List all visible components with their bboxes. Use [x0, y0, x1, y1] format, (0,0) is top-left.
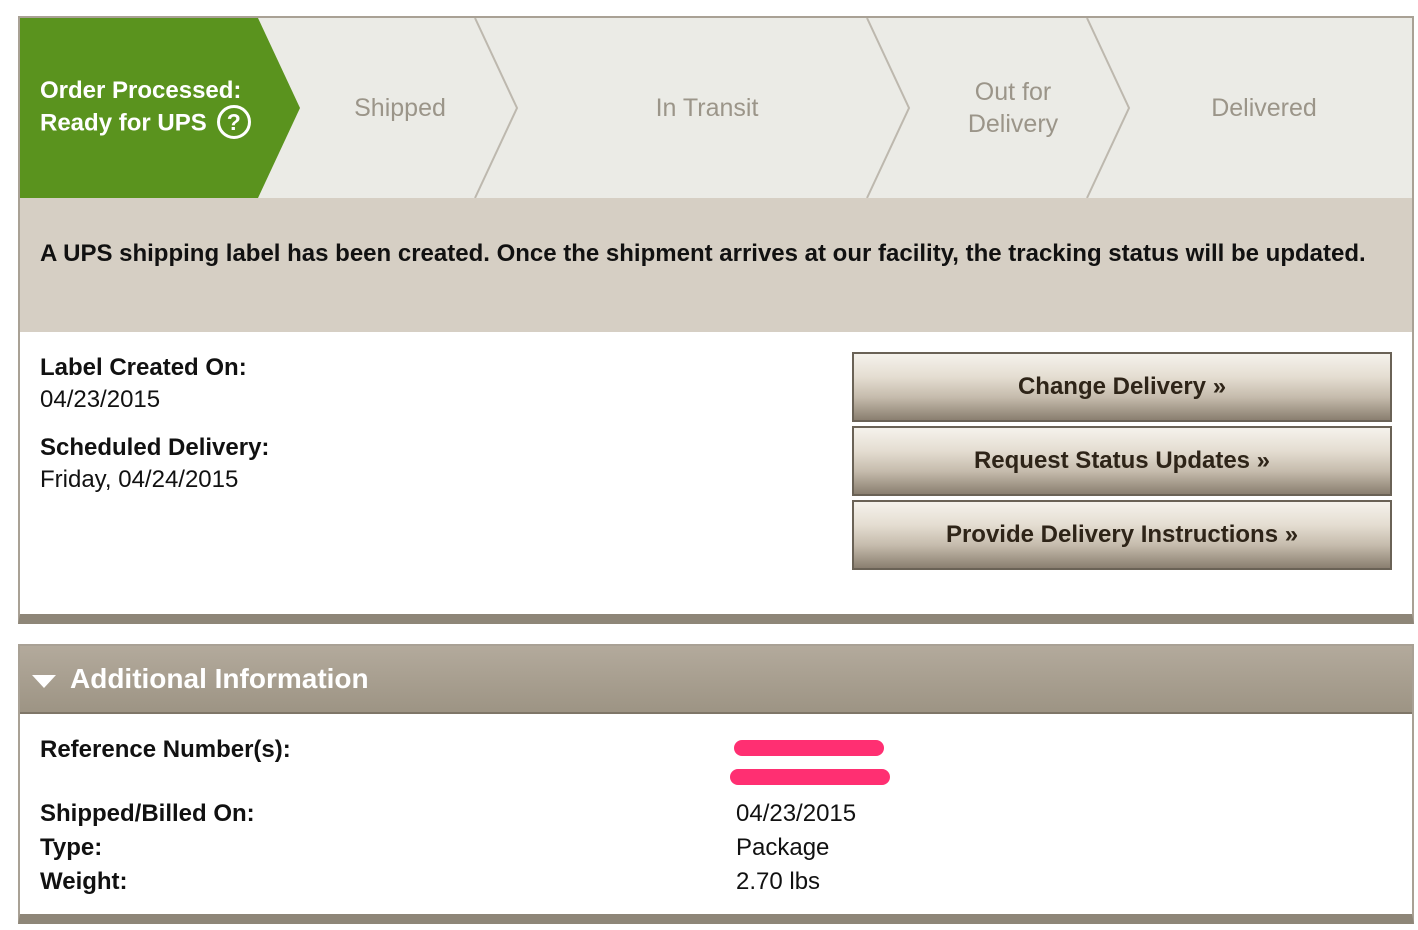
- progress-tracker: Order Processed: Ready for UPS? Shipped …: [20, 18, 1412, 198]
- change-delivery-button[interactable]: Change Delivery »: [852, 352, 1392, 422]
- weight-value: 2.70 lbs: [736, 868, 821, 895]
- question-circle-icon[interactable]: ?: [216, 105, 251, 139]
- type-label: Type:: [40, 834, 103, 861]
- additional-info-toggle[interactable]: Additional Information: [20, 646, 1412, 714]
- shipped-label: Shipped/Billed On:: [40, 800, 255, 827]
- stage-label: Shipped: [354, 94, 446, 122]
- shipped-value: 04/23/2015: [736, 800, 857, 827]
- weight-label: Weight:: [40, 868, 128, 895]
- provide-delivery-instructions-button[interactable]: Provide Delivery Instructions »: [852, 500, 1392, 570]
- stage-out-for-delivery: Out for Delivery: [909, 18, 1117, 198]
- reference-label: Reference Number(s):: [40, 736, 291, 763]
- stage-label-line1: Order Processed:: [40, 77, 242, 104]
- redaction-mark: [734, 740, 884, 756]
- tracking-panel: Order Processed: Ready for UPS? Shipped …: [18, 16, 1414, 624]
- stage-order-processed: Order Processed: Ready for UPS?: [20, 18, 300, 198]
- type-value: Package: [736, 834, 830, 861]
- label-created-value: 04/23/2015: [40, 386, 161, 413]
- redaction-mark: [730, 769, 890, 785]
- stage-label-line1: Out for: [974, 78, 1052, 106]
- stage-label-line2: Delivery: [967, 110, 1059, 138]
- additional-info-title: Additional Information: [70, 663, 369, 694]
- scheduled-delivery-label: Scheduled Delivery:: [40, 434, 270, 461]
- stage-delivered: Delivered: [1129, 18, 1399, 198]
- stage-in-transit: In Transit: [517, 18, 897, 198]
- triangle-down-icon: [32, 674, 56, 688]
- stage-label: In Transit: [655, 94, 759, 122]
- shipment-details: Label Created On: 04/23/2015 Scheduled D…: [40, 352, 740, 512]
- additional-info-panel: Additional Information Reference Number(…: [18, 644, 1414, 924]
- request-status-updates-button[interactable]: Request Status Updates »: [852, 426, 1392, 496]
- scheduled-delivery-value: Friday, 04/24/2015: [40, 466, 239, 493]
- label-created-label: Label Created On:: [40, 354, 247, 381]
- stage-shipped: Shipped: [300, 18, 500, 198]
- stage-label: Delivered: [1211, 94, 1317, 122]
- stage-label-line2: Ready for UPS: [40, 109, 207, 137]
- status-message: A UPS shipping label has been created. O…: [20, 198, 1412, 332]
